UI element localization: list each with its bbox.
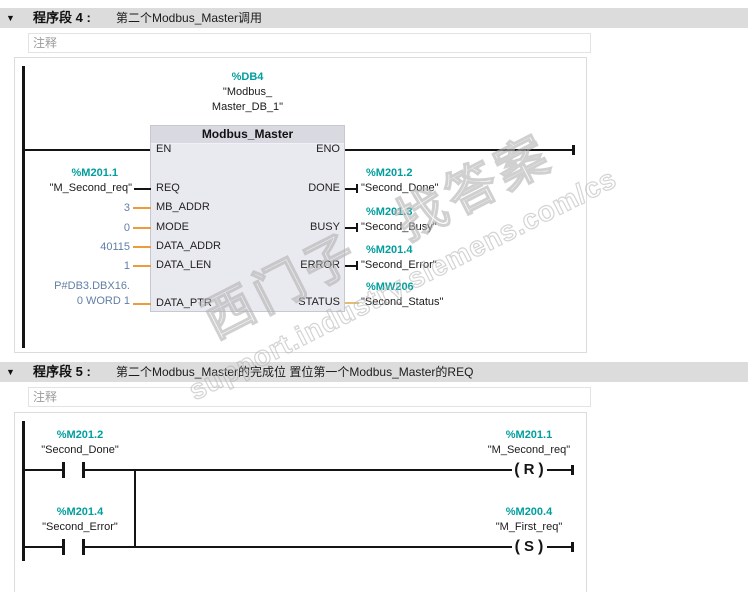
done-connector-tick <box>356 184 358 193</box>
data-len-value[interactable]: 1 <box>2 259 130 274</box>
pin-data-len[interactable]: DATA_LEN <box>156 259 211 271</box>
pin-eno[interactable]: ENO <box>240 143 340 155</box>
network4-comment[interactable]: 注释 <box>28 33 591 53</box>
coil2-operand[interactable]: %M200.4 "M_First_req" <box>459 505 599 535</box>
rung2-wire <box>547 546 573 548</box>
network4-label: 程序段 4 : <box>33 10 91 25</box>
collapse-triangle-icon[interactable]: ▼ <box>6 8 20 28</box>
data-addr-value[interactable]: 40115 <box>2 240 130 255</box>
req-operand-address: %M201.1 <box>71 167 118 179</box>
status-operand-address: %MW206 <box>366 281 414 293</box>
status-connector <box>345 302 359 304</box>
error-operand[interactable]: %M201.4 "Second_Error" <box>361 243 561 273</box>
pin-data-ptr[interactable]: DATA_PTR <box>156 297 212 309</box>
rung2-wire <box>22 546 63 548</box>
data-len-connector <box>133 265 151 267</box>
req-operand-name: "M_Second_req" <box>49 182 132 194</box>
contact1-name: "Second_Done" <box>41 444 119 456</box>
pin-req[interactable]: REQ <box>156 182 180 194</box>
busy-connector-tick <box>356 223 358 232</box>
pin-mode[interactable]: MODE <box>156 221 189 233</box>
network4-title: 第二个Modbus_Master调用 <box>116 11 263 25</box>
error-operand-address: %M201.4 <box>366 244 413 256</box>
data-ptr-value-line2: 0 WORD 1 <box>76 295 130 307</box>
status-operand-name: "Second_Status" <box>361 296 444 308</box>
busy-operand-address: %M201.3 <box>366 206 413 218</box>
done-operand-name: "Second_Done" <box>361 182 439 194</box>
error-connector-tick <box>356 261 358 270</box>
coil1-name: "M_Second_req" <box>487 444 571 456</box>
mode-connector <box>133 227 151 229</box>
data-ptr-value[interactable]: P#DB3.DBX16. 0 WORD 1 <box>2 279 130 309</box>
contact2-operand[interactable]: %M201.4 "Second_Error" <box>10 505 150 535</box>
error-operand-name: "Second_Error" <box>361 259 437 271</box>
busy-operand-name: "Second_Busy" <box>361 221 437 233</box>
db-name-line1: "Modbus_ <box>222 86 273 98</box>
set-coil[interactable]: S <box>509 538 549 556</box>
network5-title-bar[interactable]: ▼ 程序段 5 : 第二个Modbus_Master的完成位 置位第一个Modb… <box>0 362 748 382</box>
network5-comment[interactable]: 注释 <box>28 387 591 407</box>
coil1-address: %M201.1 <box>505 429 553 441</box>
data-ptr-value-line1: P#DB3.DBX16. <box>54 280 130 292</box>
done-operand-address: %M201.2 <box>366 167 413 179</box>
rung1-wire <box>22 469 63 471</box>
req-connector <box>134 188 151 190</box>
contact1-operand[interactable]: %M201.2 "Second_Done" <box>10 428 150 458</box>
coil2-name: "M_First_req" <box>495 521 563 533</box>
rung1-wire <box>547 469 573 471</box>
coil1-operand[interactable]: %M201.1 "M_Second_req" <box>459 428 599 458</box>
eno-wire <box>345 149 574 151</box>
coil2-address: %M200.4 <box>505 506 553 518</box>
pin-status[interactable]: STATUS <box>240 296 340 308</box>
pin-mb-addr[interactable]: MB_ADDR <box>156 201 210 213</box>
rung2-end-tick <box>571 542 574 552</box>
pin-data-addr[interactable]: DATA_ADDR <box>156 240 221 252</box>
contact1-address: %M201.2 <box>56 429 104 441</box>
reset-coil-letter: R <box>523 461 535 478</box>
network5-label: 程序段 5 : <box>33 364 91 379</box>
instance-db-label[interactable]: %DB4 "Modbus_ Master_DB_1" <box>150 70 345 115</box>
db-name-line2: Master_DB_1" <box>211 101 284 113</box>
pin-busy[interactable]: BUSY <box>240 221 340 233</box>
mb-addr-value[interactable]: 3 <box>2 201 130 216</box>
mb-addr-connector <box>133 207 151 209</box>
rung1-wire <box>85 469 512 471</box>
reset-coil[interactable]: R <box>509 461 549 479</box>
no-contact-bar[interactable] <box>62 462 65 478</box>
network5-title: 第二个Modbus_Master的完成位 置位第一个Modbus_Master的… <box>116 365 474 379</box>
ladder-editor: ▼ 程序段 4 : 第二个Modbus_Master调用 注释 %DB4 "Mo… <box>0 0 748 592</box>
block-title: Modbus_Master <box>151 126 344 144</box>
network4-title-bar[interactable]: ▼ 程序段 4 : 第二个Modbus_Master调用 <box>0 8 748 28</box>
set-coil-letter: S <box>523 538 534 555</box>
eno-wire-end-tick <box>572 145 575 155</box>
mode-value[interactable]: 0 <box>2 221 130 236</box>
no-contact-bar[interactable] <box>62 539 65 555</box>
contact2-address: %M201.4 <box>56 506 104 518</box>
req-operand[interactable]: %M201.1 "M_Second_req" <box>2 166 132 196</box>
rung2-wire <box>85 546 512 548</box>
busy-operand[interactable]: %M201.3 "Second_Busy" <box>361 205 561 235</box>
db-address: %DB4 <box>231 71 264 83</box>
data-addr-connector <box>133 246 151 248</box>
status-operand[interactable]: %MW206 "Second_Status" <box>361 280 561 310</box>
contact2-name: "Second_Error" <box>42 521 118 533</box>
pin-done[interactable]: DONE <box>240 182 340 194</box>
pin-error[interactable]: ERROR <box>240 259 340 271</box>
rung1-end-tick <box>571 465 574 475</box>
pin-en[interactable]: EN <box>156 143 171 155</box>
done-operand[interactable]: %M201.2 "Second_Done" <box>361 166 561 196</box>
en-wire <box>22 149 150 151</box>
data-ptr-connector <box>133 303 151 305</box>
collapse-triangle-icon[interactable]: ▼ <box>6 362 20 382</box>
